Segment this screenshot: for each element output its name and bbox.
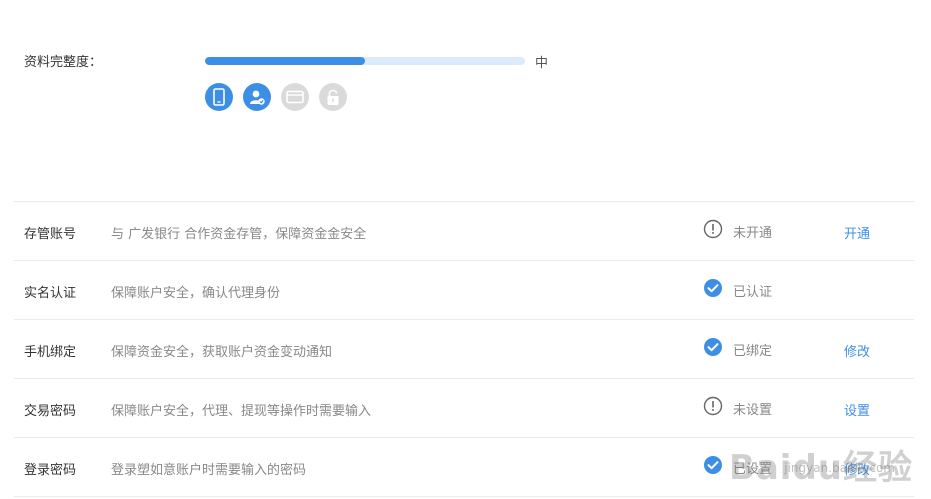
row-action-link[interactable]: 设置: [844, 400, 870, 419]
row-description: 登录塑如意账户时需要输入的密码: [111, 463, 307, 478]
completeness-progress-bar: [205, 57, 525, 65]
row-status: 已绑定: [703, 337, 772, 361]
status-text: 未设置: [733, 402, 773, 418]
row-title: 手机绑定: [24, 345, 77, 360]
completeness-progress-fill: [205, 57, 365, 65]
check-circle-icon: [703, 455, 723, 479]
row-status: 未设置: [703, 396, 772, 420]
exclamation-circle-icon: [703, 396, 723, 420]
phone-icon[interactable]: [205, 83, 233, 111]
status-text: 未开通: [733, 225, 773, 241]
status-text: 已绑定: [733, 343, 773, 359]
settings-row: 存管账号 与 广发银行 合作资金存管，保障资金金安全 未开通 开通: [14, 201, 914, 260]
row-description: 保障账户安全，代理、提现等操作时需要输入: [111, 404, 372, 419]
row-action-link[interactable]: 开通: [844, 223, 870, 242]
check-circle-icon: [703, 337, 723, 361]
row-action-link[interactable]: 修改: [844, 341, 870, 360]
watermark-url: jingyan.baidu.com: [784, 461, 895, 475]
completeness-label: 资料完整度：: [24, 55, 103, 70]
row-description: 保障账户安全，确认代理身份: [111, 286, 281, 301]
verified-user-icon[interactable]: [243, 83, 271, 111]
row-status: 已认证: [703, 278, 772, 302]
row-description: 保障资金安全，获取账户资金变动通知: [111, 345, 333, 360]
settings-row: 实名认证 保障账户安全，确认代理身份 已认证: [14, 260, 914, 319]
row-description: 与 广发银行 合作资金存管，保障资金金安全: [111, 227, 367, 242]
row-status: 未开通: [703, 219, 772, 243]
check-circle-icon: [703, 278, 723, 302]
row-title: 登录密码: [24, 463, 77, 478]
settings-row: 手机绑定 保障资金安全，获取账户资金变动通知 已绑定 修改: [14, 319, 914, 378]
row-title: 实名认证: [24, 286, 77, 301]
exclamation-circle-icon: [703, 219, 723, 243]
settings-row: 交易密码 保障账户安全，代理、提现等操作时需要输入 未设置 设置: [14, 378, 914, 437]
row-title: 存管账号: [24, 227, 77, 242]
wallet-card-icon[interactable]: [281, 83, 309, 111]
verification-icons: [205, 83, 347, 111]
row-title: 交易密码: [24, 404, 77, 419]
completeness-level: 中: [535, 56, 549, 71]
status-text: 已认证: [733, 284, 773, 300]
lock-icon[interactable]: [319, 83, 347, 111]
